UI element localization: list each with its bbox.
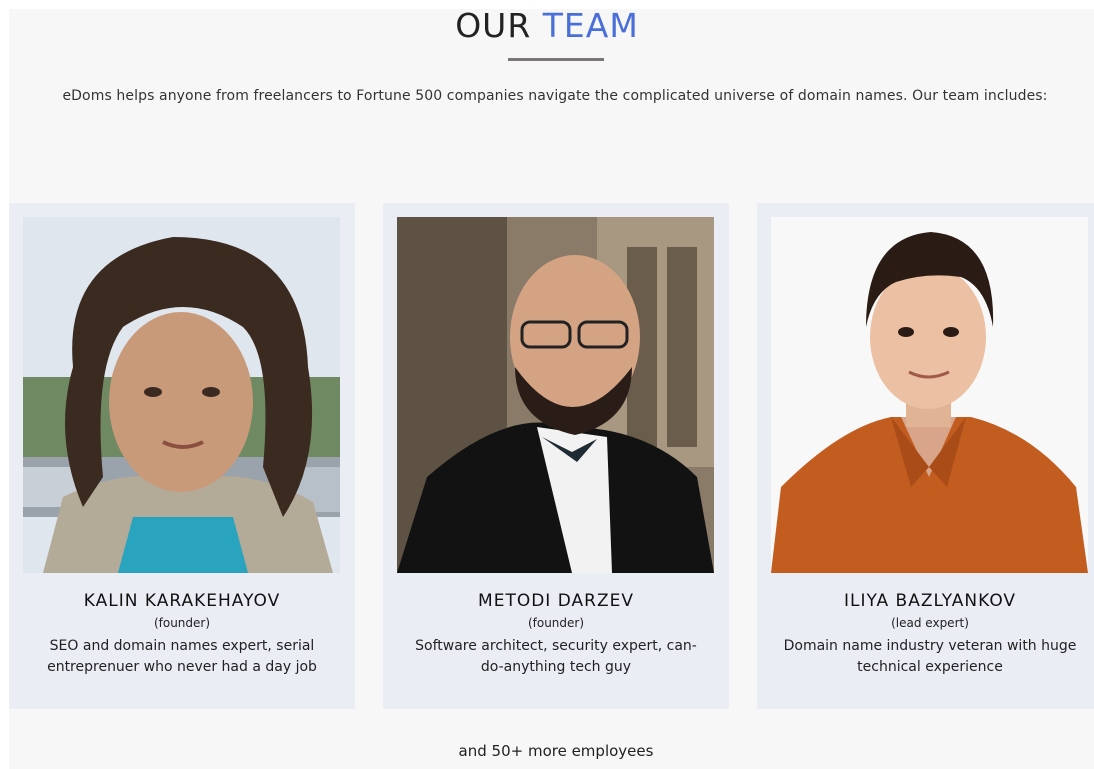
heading-divider [508,58,604,61]
intro-text: eDoms helps anyone from freelancers to F… [62,88,1048,104]
section-heading: OUR TEAM [0,6,1094,45]
member-description: Domain name industry veteran with huge t… [783,638,1077,675]
photo-metodi [397,217,714,573]
heading-part-team: TEAM [542,6,639,45]
member-role: (lead expert) [891,616,969,630]
photo-kalin [23,217,340,573]
member-name: METODI DARZEV [478,591,634,611]
team-card-iliya: ILIYA BAZLYANKOV (lead expert) Domain na… [757,203,1094,709]
member-role: (founder) [153,616,211,630]
team-card-kalin: KALIN KARAKEHAYOV (founder) SEO and doma… [9,203,355,709]
member-role: (founder) [527,616,585,630]
member-name: KALIN KARAKEHAYOV [83,591,281,611]
more-employees-text: and 50+ more employees [458,742,654,760]
team-card-metodi: METODI DARZEV (founder) Software archite… [383,203,729,709]
member-description: SEO and domain names expert, serial entr… [47,638,317,675]
heading-part-our: OUR [455,6,532,45]
member-description: Software architect, security expert, can… [415,638,697,675]
member-name: ILIYA BAZLYANKOV [843,591,1017,611]
photo-iliya [771,217,1088,573]
